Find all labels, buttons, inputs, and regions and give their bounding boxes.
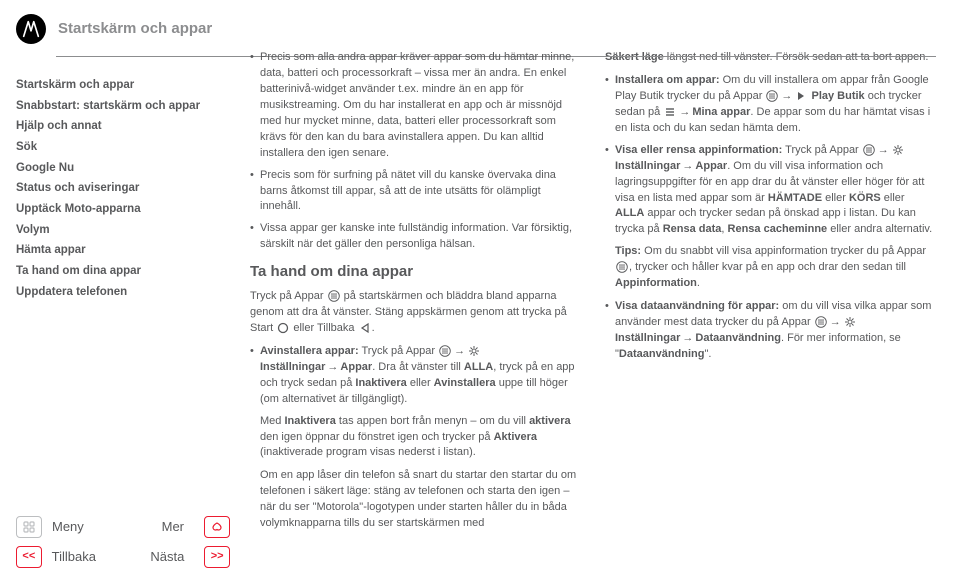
nav-item[interactable]: Upptäck Moto-apparna: [16, 201, 230, 218]
apps-grid-icon: [328, 290, 340, 302]
home-icon: [277, 322, 289, 334]
paragraph: Tryck på Appar på startskärmen och blädd…: [250, 289, 581, 337]
apps-grid-icon: [439, 345, 451, 357]
menu-icon[interactable]: [16, 516, 42, 538]
bullet: Visa dataanvändning för appar: om du vil…: [605, 299, 936, 363]
header-row: Startskärm och appar: [0, 14, 230, 44]
nav-item[interactable]: Hämta appar: [16, 242, 230, 259]
col-2: Säkert läge längst ned till vänster. För…: [605, 50, 936, 568]
hamburger-icon: [664, 106, 676, 118]
play-store-icon: [795, 90, 807, 102]
menu-label: Meny: [52, 518, 142, 537]
nav-item[interactable]: Startskärm och appar: [16, 77, 230, 94]
nav-item[interactable]: Snabbstart: startskärm och appar: [16, 98, 230, 115]
sidebar-nav: Startskärm och appar Snabbstart: startsk…: [0, 77, 230, 304]
sub-paragraph: Med Inaktivera tas appen bort från menyn…: [260, 414, 581, 462]
bullet: Visa eller rensa appinformation: Tryck p…: [605, 143, 936, 292]
bullet: Precis som alla andra appar kräver appar…: [250, 50, 581, 162]
page-title: Startskärm och appar: [58, 18, 212, 40]
sub-paragraph: Om en app låser din telefon så snart du …: [260, 468, 581, 532]
more-label: Mer: [162, 518, 184, 537]
bullet: Vissa appar ger kanske inte fullständig …: [250, 221, 581, 253]
paragraph: Säkert läge längst ned till vänster. För…: [605, 50, 936, 66]
back-label: Tillbaka: [52, 548, 141, 567]
bullet: Precis som för surfning på nätet vill du…: [250, 168, 581, 216]
bullet: Installera om appar: Om du vill installe…: [605, 73, 936, 137]
apps-grid-icon: [863, 144, 875, 156]
tips: Tips: Om du snabbt vill visa appinformat…: [615, 244, 936, 292]
motorola-logo: [16, 14, 46, 44]
apps-grid-icon: [766, 90, 778, 102]
nav-item[interactable]: Status och aviseringar: [16, 180, 230, 197]
sidebar-footer: Meny Mer << Tillbaka Nästa >>: [0, 508, 230, 582]
subheading: Ta hand om dina appar: [250, 261, 581, 283]
nav-item[interactable]: Sök: [16, 139, 230, 156]
col-1: Precis som alla andra appar kräver appar…: [250, 50, 581, 568]
nav-item[interactable]: Ta hand om dina appar: [16, 263, 230, 280]
more-icon[interactable]: [204, 516, 230, 538]
nav-item[interactable]: Hjälp och annat: [16, 118, 230, 135]
next-icon[interactable]: >>: [204, 546, 230, 568]
nav-item[interactable]: Volym: [16, 222, 230, 239]
apps-grid-icon: [815, 316, 827, 328]
nav-item[interactable]: Google Nu: [16, 160, 230, 177]
content: Precis som alla andra appar kräver appar…: [230, 0, 960, 582]
sidebar: Startskärm och appar Startskärm och appa…: [0, 0, 230, 582]
settings-icon: [468, 345, 480, 357]
bullet: Avinstallera appar: Tryck på Appar → Ins…: [250, 344, 581, 532]
next-label: Nästa: [150, 548, 184, 567]
nav-item[interactable]: Uppdatera telefonen: [16, 284, 230, 301]
back-icon[interactable]: <<: [16, 546, 42, 568]
back-triangle-icon: [359, 322, 371, 334]
settings-icon: [844, 316, 856, 328]
settings-icon: [892, 144, 904, 156]
apps-grid-icon: [616, 261, 628, 273]
